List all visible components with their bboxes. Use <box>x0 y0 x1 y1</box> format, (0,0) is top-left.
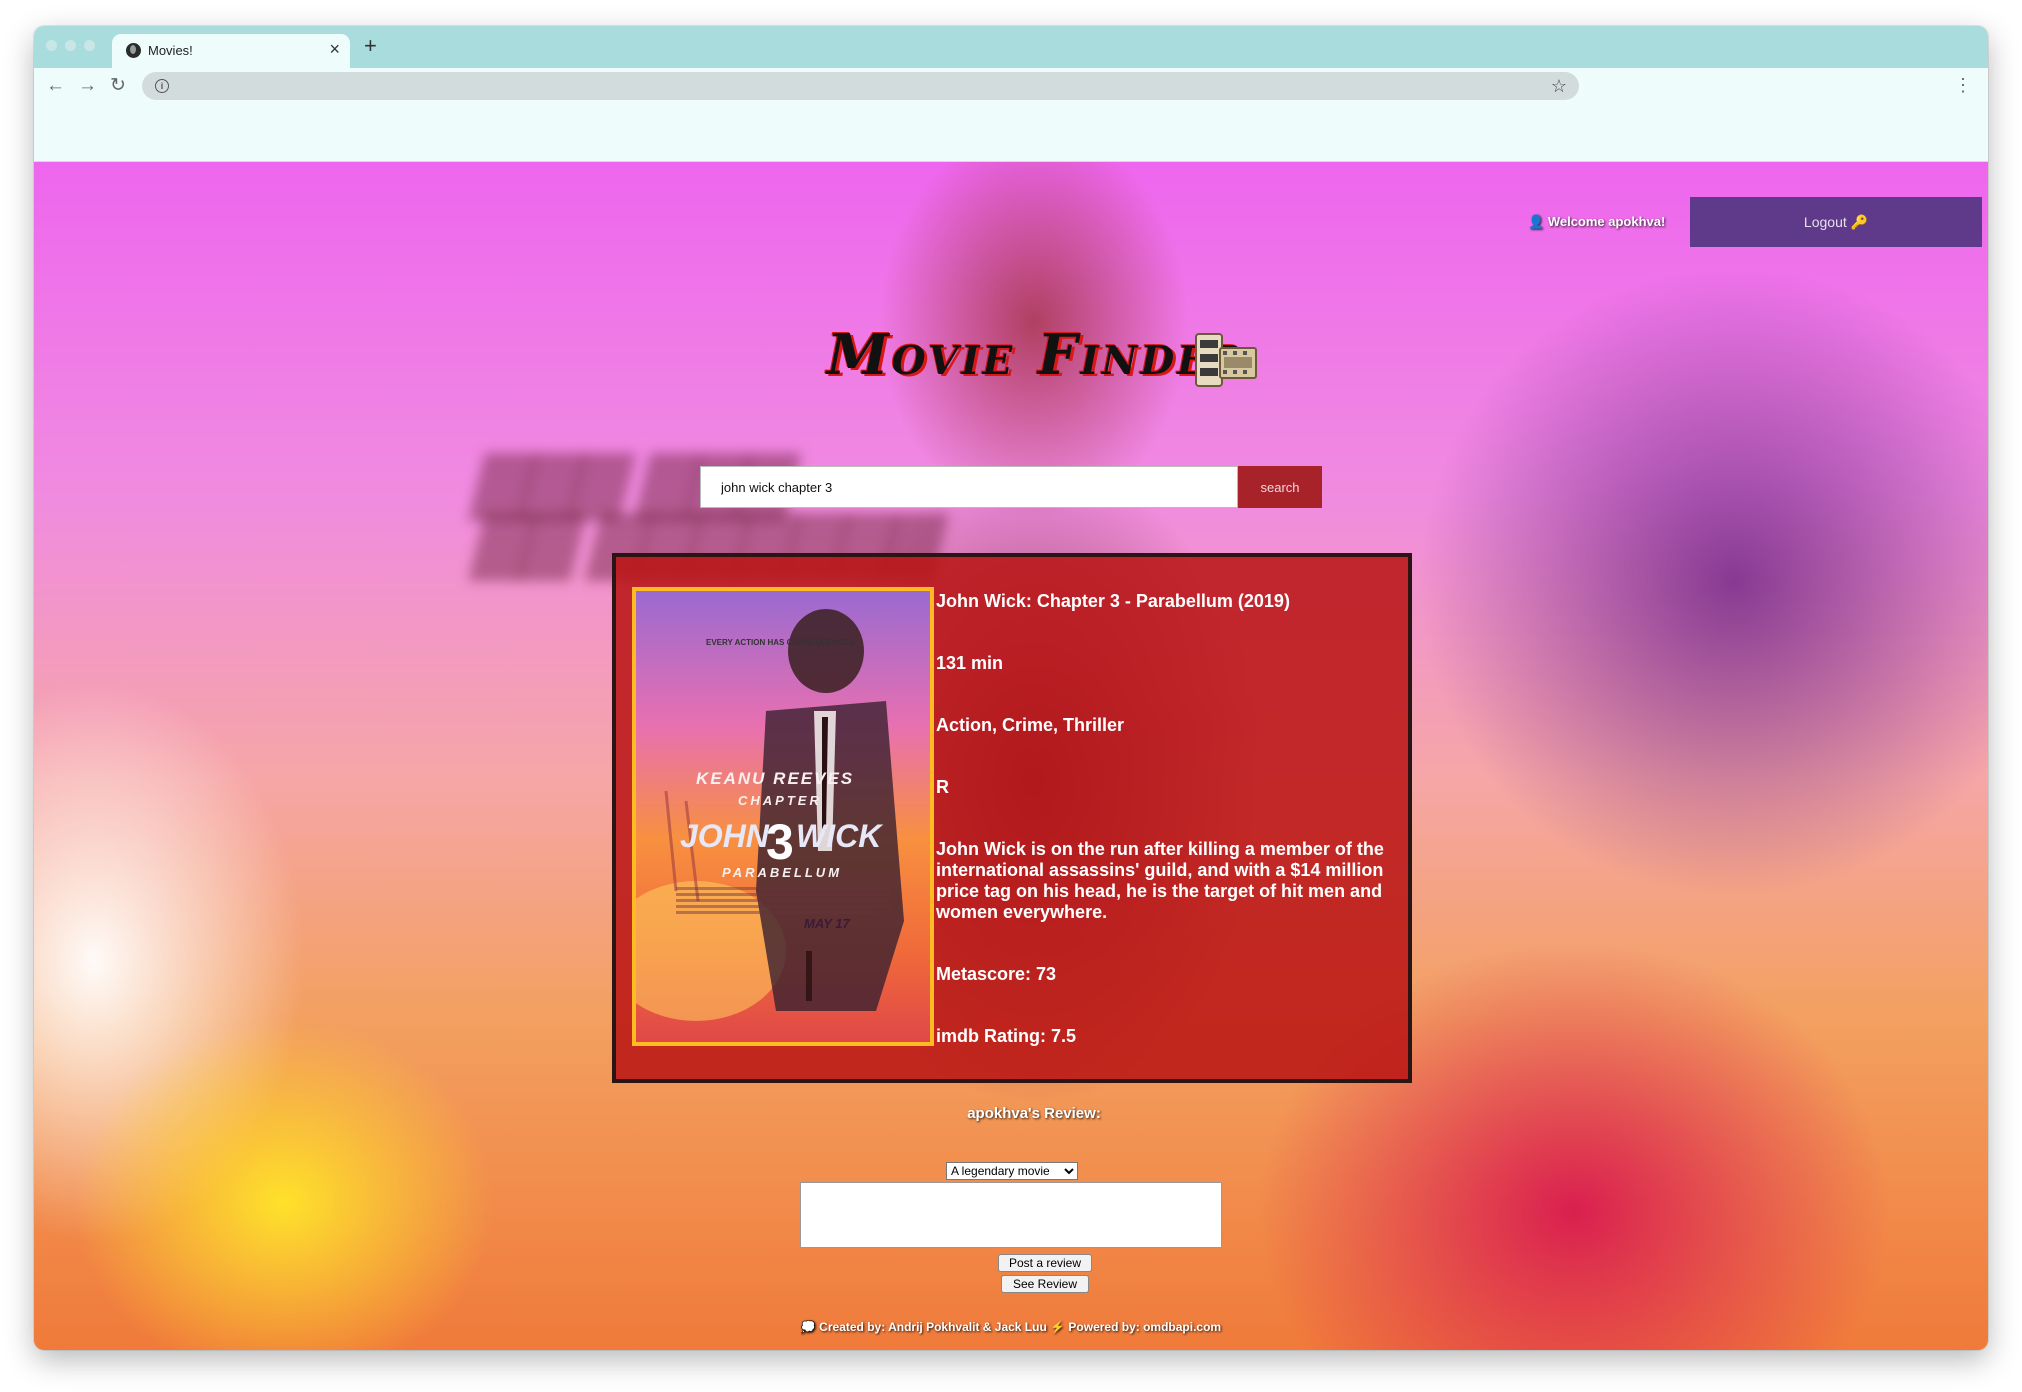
close-window-icon[interactable] <box>46 40 57 51</box>
poster-chapter: CHAPTER <box>738 793 822 808</box>
review-heading: apokhva's Review: <box>967 1105 1101 1122</box>
movie-metascore: Metascore: 73 <box>936 964 1057 984</box>
footer-credits: 💭 Created by: Andrij Pokhvalit & Jack Lu… <box>800 1320 1222 1334</box>
movie-poster[interactable]: EVERY ACTION HAS CONSEQUENCES. KEANU REE… <box>632 587 934 1046</box>
movie-info: John Wick: Chapter 3 - Parabellum (2019)… <box>936 591 1396 1088</box>
poster-subtitle: PARABELLUM <box>722 865 842 880</box>
address-bar[interactable]: i ☆ <box>142 72 1579 100</box>
search-input[interactable] <box>700 466 1238 508</box>
search-button[interactable]: search <box>1238 466 1322 508</box>
welcome-message: 👤 Welcome apokhva! <box>1528 214 1665 230</box>
reload-icon[interactable]: ↻ <box>110 74 126 98</box>
poster-date: MAY 17 <box>804 916 851 931</box>
close-tab-icon[interactable]: × <box>329 39 340 59</box>
new-tab-icon[interactable]: + <box>364 34 377 58</box>
review-rating-select[interactable]: A legendary movie <box>946 1162 1078 1180</box>
tab-movies[interactable]: Movies! × <box>112 34 350 68</box>
tab-strip: Movies! × + <box>34 26 1988 68</box>
logout-button[interactable]: Logout 🔑 <box>1690 197 1982 247</box>
film-reel-icon <box>1195 333 1257 387</box>
poster-title-left: JOHN <box>680 818 770 854</box>
movie-rating: R <box>936 777 949 797</box>
movie-card: EVERY ACTION HAS CONSEQUENCES. KEANU REE… <box>612 553 1412 1083</box>
movie-genre: Action, Crime, Thriller <box>936 715 1125 735</box>
bookmark-star-icon[interactable]: ☆ <box>1551 75 1567 97</box>
browser-menu-icon[interactable]: ⋮ <box>1954 74 1972 96</box>
see-review-button[interactable]: See Review <box>1001 1275 1089 1293</box>
maximize-window-icon[interactable] <box>84 40 95 51</box>
movie-plot: John Wick is on the run after killing a … <box>936 839 1384 922</box>
back-icon[interactable]: ← <box>46 74 65 98</box>
poster-art: EVERY ACTION HAS CONSEQUENCES. KEANU REE… <box>636 591 930 1042</box>
user-icon: 👤 <box>1528 214 1545 229</box>
poster-number: 3 <box>766 814 794 870</box>
poster-title-right: WICK <box>796 818 884 854</box>
poster-actor: KEANU REEVES <box>696 769 854 788</box>
browser-toolbar: ← → ↻ i ☆ ⋮ <box>34 68 1988 162</box>
movie-imdb-rating: imdb Rating: 7.5 <box>936 1026 1077 1046</box>
browser-window: Movies! × + ← → ↻ i ☆ ⋮ ▇▇▇ ▇▇▇ ▇▇ ▇▇▇▇▇▇… <box>34 26 1988 1350</box>
post-review-button[interactable]: Post a review <box>998 1254 1092 1272</box>
welcome-text: Welcome apokhva! <box>1547 214 1666 229</box>
movie-runtime: 131 min <box>936 653 1004 673</box>
movie-title: John Wick: Chapter 3 - Parabellum (2019) <box>936 591 1290 611</box>
review-textarea[interactable] <box>800 1182 1222 1248</box>
globe-icon <box>126 43 141 58</box>
page-background: ▇▇▇ ▇▇▇ ▇▇ ▇▇▇▇▇▇▇ 👤 Welcome apokhva! Log… <box>34 162 1988 1350</box>
minimize-window-icon[interactable] <box>65 40 76 51</box>
forward-icon[interactable]: → <box>78 74 97 98</box>
poster-tagline: EVERY ACTION HAS CONSEQUENCES. <box>706 638 857 647</box>
info-icon[interactable]: i <box>155 79 169 93</box>
tab-title: Movies! <box>148 43 193 58</box>
